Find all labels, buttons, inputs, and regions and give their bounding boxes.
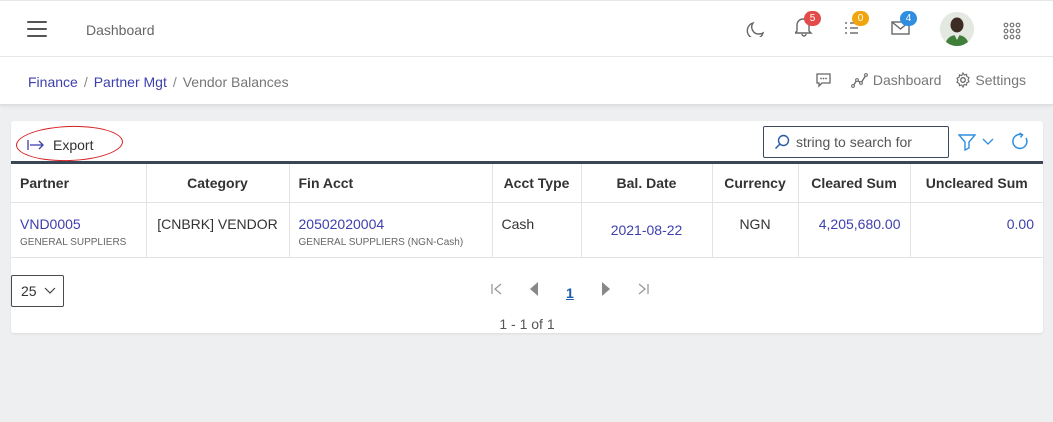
chevron-down-icon bbox=[982, 138, 994, 145]
chevron-down-icon bbox=[44, 287, 56, 294]
search-input[interactable] bbox=[796, 134, 946, 150]
column-header-partner[interactable]: Partner bbox=[11, 164, 147, 203]
column-header-acct-type[interactable]: Acct Type bbox=[492, 164, 582, 203]
export-button[interactable]: Export bbox=[27, 133, 93, 157]
vendor-balances-card: Export Partner Category Fin Acct Acct Ty… bbox=[11, 121, 1043, 333]
breadcrumb-partner-mgt[interactable]: Partner Mgt bbox=[94, 74, 167, 90]
notifications-bell-icon[interactable]: 5 bbox=[795, 11, 825, 45]
column-header-fin-acct[interactable]: Fin Acct bbox=[289, 164, 493, 203]
uncleared-sum-link[interactable]: 0.00 bbox=[920, 203, 1034, 232]
chart-line-icon bbox=[851, 73, 868, 88]
balances-table: Partner Category Fin Acct Acct Type Bal.… bbox=[11, 164, 1043, 258]
cleared-sum-link[interactable]: 4,205,680.00 bbox=[808, 203, 901, 232]
messages-badge: 4 bbox=[900, 11, 917, 26]
column-header-bal-date[interactable]: Bal. Date bbox=[581, 164, 713, 203]
user-avatar[interactable] bbox=[940, 12, 974, 46]
page-number-current[interactable]: 1 bbox=[566, 285, 574, 301]
partner-code-link[interactable]: VND0005 bbox=[20, 216, 81, 232]
pagination-info: 1 - 1 of 1 bbox=[499, 316, 555, 332]
bal-date-link[interactable]: 2021-08-22 bbox=[591, 203, 703, 238]
acct-type-value: Cash bbox=[501, 215, 535, 232]
dashboard-link[interactable]: Dashboard bbox=[851, 72, 942, 88]
menu-icon[interactable] bbox=[27, 21, 47, 37]
first-page-icon[interactable] bbox=[490, 282, 504, 296]
previous-page-icon[interactable] bbox=[528, 281, 540, 297]
column-header-currency[interactable]: Currency bbox=[712, 164, 799, 203]
currency-value: NGN bbox=[739, 215, 771, 232]
filter-button[interactable] bbox=[958, 133, 995, 151]
page-size-select[interactable]: 25 bbox=[11, 275, 64, 307]
search-icon bbox=[774, 134, 790, 150]
table-header-row: Partner Category Fin Acct Acct Type Bal.… bbox=[11, 164, 1043, 203]
breadcrumb-bar: Finance / Partner Mgt / Vendor Balances Dash… bbox=[0, 57, 1053, 105]
refresh-button[interactable] bbox=[1010, 132, 1030, 157]
category-value: [CNBRK] VENDOR bbox=[157, 215, 278, 232]
column-header-uncleared-sum[interactable]: Uncleared Sum bbox=[910, 164, 1043, 203]
tasks-badge: 0 bbox=[852, 11, 869, 26]
column-header-cleared-sum[interactable]: Cleared Sum bbox=[798, 164, 911, 203]
filter-icon bbox=[958, 134, 976, 151]
next-page-icon[interactable] bbox=[600, 281, 612, 297]
cell-cleared-sum: 4,205,680.00 bbox=[798, 202, 911, 258]
partner-name: GENERAL SUPPLIERS bbox=[20, 236, 127, 248]
tasks-list-icon[interactable]: 0 bbox=[844, 11, 874, 45]
pagination: 1 bbox=[478, 281, 662, 301]
refresh-icon bbox=[1012, 132, 1028, 150]
fin-acct-link[interactable]: 20502020004 bbox=[299, 216, 385, 232]
cell-partner: VND0005 GENERAL SUPPLIERS bbox=[11, 202, 147, 258]
breadcrumb: Finance / Partner Mgt / Vendor Balances bbox=[28, 74, 289, 90]
comment-button[interactable] bbox=[815, 72, 837, 88]
cell-acct-type: Cash bbox=[492, 202, 582, 258]
search-box bbox=[763, 126, 949, 158]
fin-acct-description: GENERAL SUPPLIERS (NGN-Cash) bbox=[298, 236, 464, 248]
dashboard-link-label: Dashboard bbox=[872, 72, 942, 88]
table-row[interactable]: VND0005 GENERAL SUPPLIERS [CNBRK] VENDOR… bbox=[11, 202, 1043, 258]
export-button-label: Export bbox=[53, 137, 94, 153]
cell-uncleared-sum: 0.00 bbox=[910, 202, 1043, 258]
breadcrumb-current: Vendor Balances bbox=[182, 74, 289, 90]
breadcrumb-actions: Dashboard Settings bbox=[801, 72, 1026, 88]
notifications-badge: 5 bbox=[804, 11, 821, 26]
dark-mode-moon-icon[interactable] bbox=[745, 15, 775, 45]
messages-envelope-icon[interactable]: 4 bbox=[891, 11, 921, 45]
cell-fin-acct: 20502020004 GENERAL SUPPLIERS (NGN-Cash) bbox=[289, 202, 493, 258]
top-bar: Dashboard 5 0 4 bbox=[0, 0, 1053, 57]
cell-category: [CNBRK] VENDOR bbox=[146, 202, 290, 258]
settings-link-label: Settings bbox=[975, 72, 1026, 88]
last-page-icon[interactable] bbox=[636, 282, 650, 296]
export-arrow-icon bbox=[27, 140, 44, 150]
breadcrumb-finance[interactable]: Finance bbox=[28, 74, 78, 90]
cell-bal-date: 2021-08-22 bbox=[581, 202, 713, 258]
cell-currency: NGN bbox=[712, 202, 799, 258]
settings-link[interactable]: Settings bbox=[955, 72, 1026, 88]
comment-icon bbox=[816, 73, 831, 88]
page-size-value: 25 bbox=[21, 283, 37, 299]
column-header-category[interactable]: Category bbox=[146, 164, 290, 203]
page-title: Dashboard bbox=[86, 22, 155, 38]
apps-grid-icon[interactable] bbox=[1003, 22, 1033, 52]
balances-table-wrapper: Partner Category Fin Acct Acct Type Bal.… bbox=[11, 161, 1043, 258]
gear-icon bbox=[956, 72, 971, 88]
